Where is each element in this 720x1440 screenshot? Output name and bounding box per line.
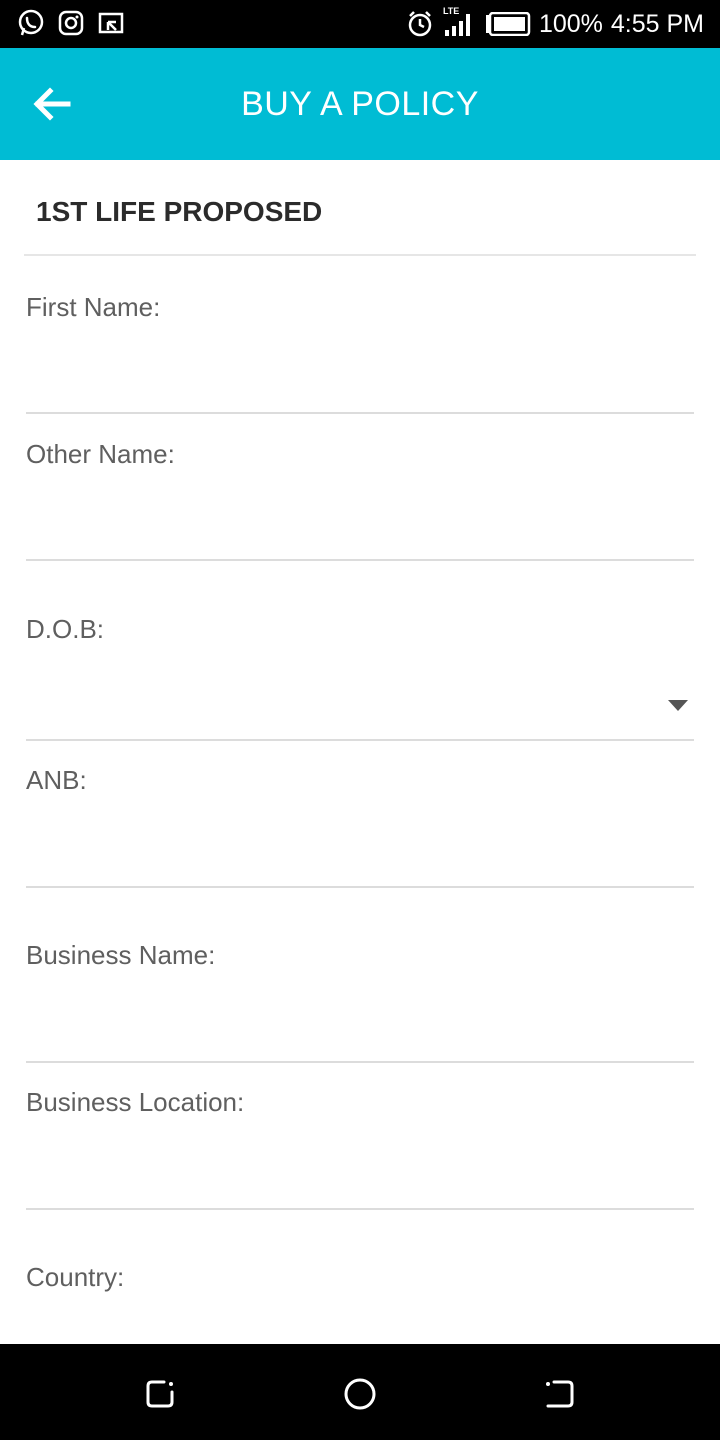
instagram-icon (58, 10, 84, 36)
page-title: BUY A POLICY (241, 85, 479, 123)
country-label: Country: (26, 1262, 125, 1292)
battery-percent: 100% (538, 10, 603, 38)
business-name-label: Business Name: (26, 940, 216, 970)
dob-label: D.O.B: (26, 614, 105, 644)
dob-dropdown[interactable] (26, 666, 694, 741)
cast-icon (98, 12, 124, 34)
signal-icon: LTE (442, 6, 477, 40)
anb-label: ANB: (26, 765, 87, 795)
status-bar: LTE 100% 4:55 PM (0, 0, 720, 48)
nav-bar (0, 1344, 720, 1440)
other-name-input[interactable] (26, 511, 694, 561)
battery-icon (485, 12, 531, 36)
whatsapp-icon (18, 9, 44, 36)
business-location-field: Business Location: (26, 1087, 694, 1210)
other-name-field: Other Name: (26, 439, 694, 561)
back-nav-icon[interactable] (542, 1376, 578, 1412)
anb-input[interactable] (26, 838, 694, 888)
status-time: 4:55 PM (610, 10, 704, 38)
dob-field: D.O.B: (26, 614, 694, 741)
other-name-label: Other Name: (26, 439, 175, 469)
status-bar-left (16, 8, 126, 38)
section-header: 1ST LIFE PROPOSED (24, 160, 696, 256)
business-location-label: Business Location: (26, 1087, 245, 1117)
arrow-left-icon[interactable] (30, 82, 74, 126)
first-name-input[interactable] (26, 364, 694, 414)
chevron-down-icon (668, 700, 688, 711)
alarm-icon (408, 11, 432, 37)
anb-field: ANB: (26, 765, 694, 888)
status-bar-right: LTE 100% 4:55 PM (405, 6, 704, 40)
home-icon[interactable] (342, 1376, 378, 1412)
first-name-label: First Name: (26, 292, 161, 322)
network-label: LTE (442, 6, 460, 16)
section-title: 1ST LIFE PROPOSED (36, 196, 323, 227)
business-name-input[interactable] (26, 1013, 694, 1063)
recent-apps-icon[interactable] (142, 1376, 178, 1412)
business-name-field: Business Name: (26, 940, 694, 1063)
business-location-input[interactable] (26, 1160, 694, 1210)
first-name-field: First Name: (26, 292, 694, 414)
country-field: Country: (26, 1262, 694, 1342)
app-bar: BUY A POLICY (0, 48, 720, 160)
